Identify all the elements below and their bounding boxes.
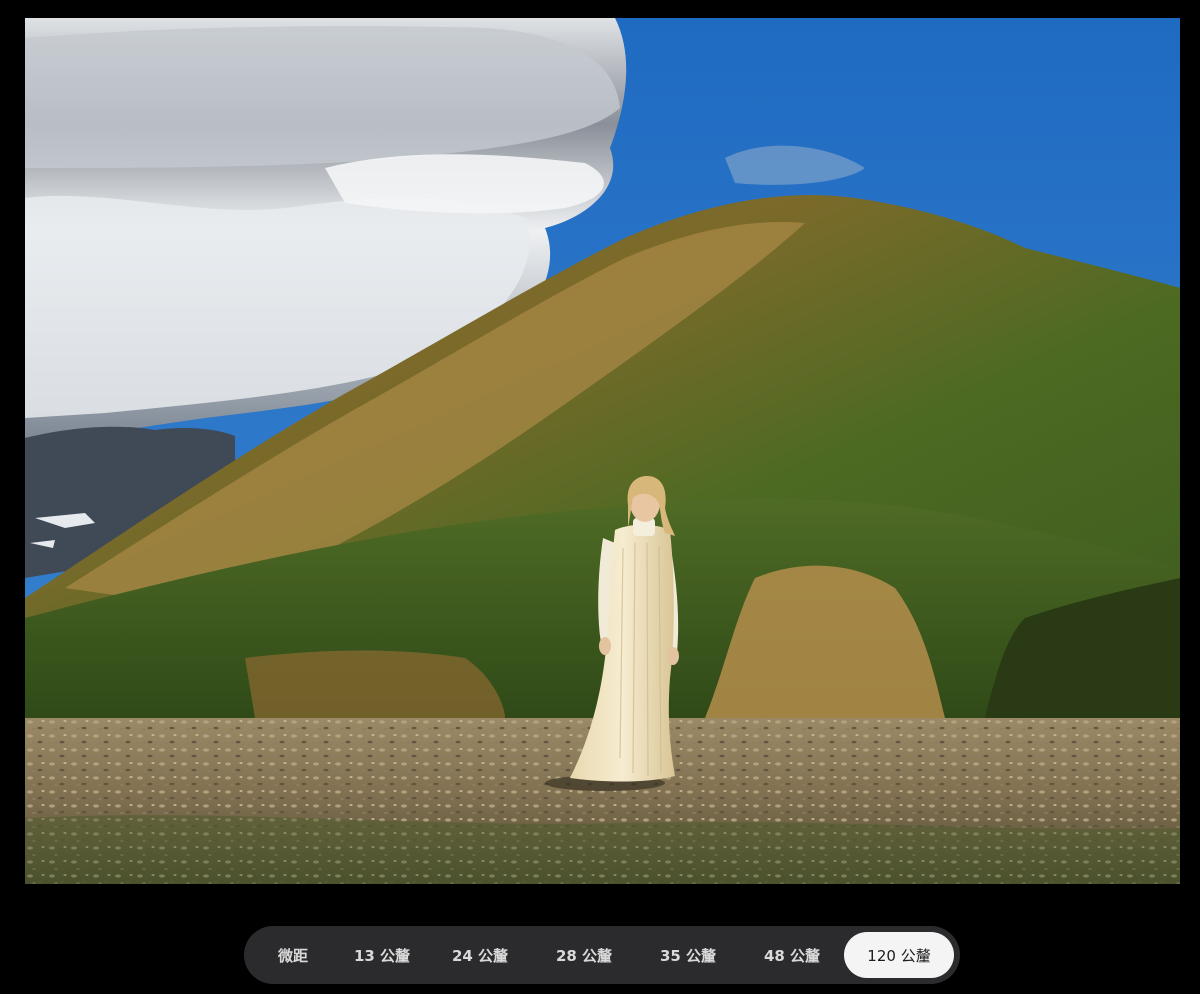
lens-option-120mm[interactable]: 120 公釐 xyxy=(844,932,954,978)
lens-option-13mm[interactable]: 13 公釐 xyxy=(336,932,428,978)
landscape-photo-image xyxy=(25,18,1180,884)
lens-option-28mm[interactable]: 28 公釐 xyxy=(532,932,636,978)
lens-option-35mm[interactable]: 35 公釐 xyxy=(636,932,740,978)
lens-option-24mm[interactable]: 24 公釐 xyxy=(428,932,532,978)
photo-viewer: 微距 13 公釐 24 公釐 28 公釐 35 公釐 48 公釐 120 公釐 xyxy=(0,0,1200,994)
focal-length-selector: 微距 13 公釐 24 公釐 28 公釐 35 公釐 48 公釐 120 公釐 xyxy=(244,926,960,984)
landscape-photo xyxy=(25,18,1180,884)
lens-option-48mm[interactable]: 48 公釐 xyxy=(740,932,844,978)
lens-option-macro[interactable]: 微距 xyxy=(250,932,336,978)
